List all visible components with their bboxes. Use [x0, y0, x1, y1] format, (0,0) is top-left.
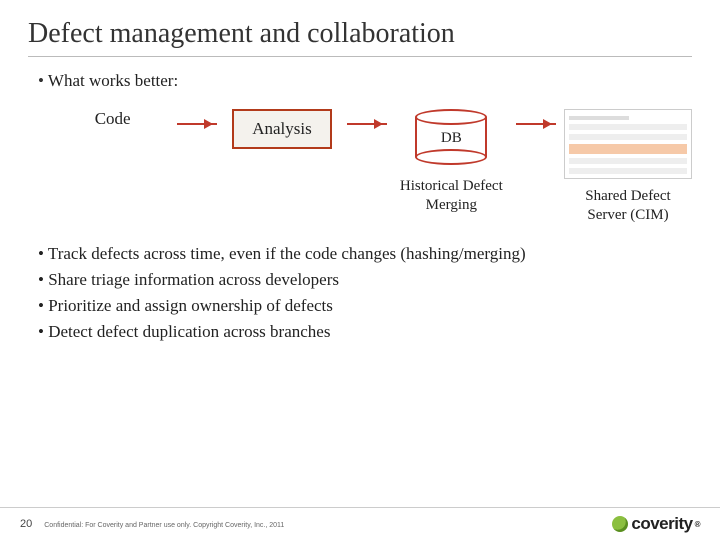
code-label: Code: [95, 109, 131, 129]
flow-analysis: Analysis: [225, 109, 338, 149]
server-caption: Shared Defect Server (CIM): [564, 187, 692, 225]
list-item: Detect defect duplication across branche…: [38, 321, 692, 343]
footer-left: 20 Confidential: For Coverity and Partne…: [20, 518, 284, 530]
logo-mark-icon: [612, 516, 628, 532]
list-item: Share triage information across develope…: [38, 269, 692, 291]
db-label: DB: [441, 130, 462, 147]
confidential-text: Confidential: For Coverity and Partner u…: [44, 522, 284, 529]
lead-bullet: What works better:: [38, 71, 692, 91]
flow-db: DB Historical Defect Merging: [395, 109, 508, 215]
footer: 20 Confidential: For Coverity and Partne…: [0, 507, 720, 540]
database-icon: DB: [415, 109, 487, 165]
flow-code: Code: [56, 109, 169, 129]
page-title: Defect management and collaboration: [28, 18, 692, 57]
logo-text: coverity: [631, 514, 692, 534]
arrow-icon: [516, 123, 556, 125]
list-item: Track defects across time, even if the c…: [38, 243, 692, 265]
arrow-icon: [347, 123, 387, 125]
list-item: Prioritize and assign ownership of defec…: [38, 295, 692, 317]
analysis-box: Analysis: [232, 109, 332, 149]
db-caption: Historical Defect Merging: [395, 177, 508, 215]
page-number: 20: [20, 518, 32, 530]
slide: Defect management and collaboration What…: [0, 0, 720, 540]
coverity-logo: coverity ®: [612, 514, 700, 534]
bullet-list: Track defects across time, even if the c…: [38, 243, 692, 343]
server-screenshot-thumb: [564, 109, 692, 179]
flow-server: Shared Defect Server (CIM): [564, 109, 692, 225]
logo-tm: ®: [695, 520, 700, 529]
flow-diagram: Code Analysis DB Historical Defect Mergi…: [56, 109, 692, 225]
arrow-icon: [177, 123, 217, 125]
